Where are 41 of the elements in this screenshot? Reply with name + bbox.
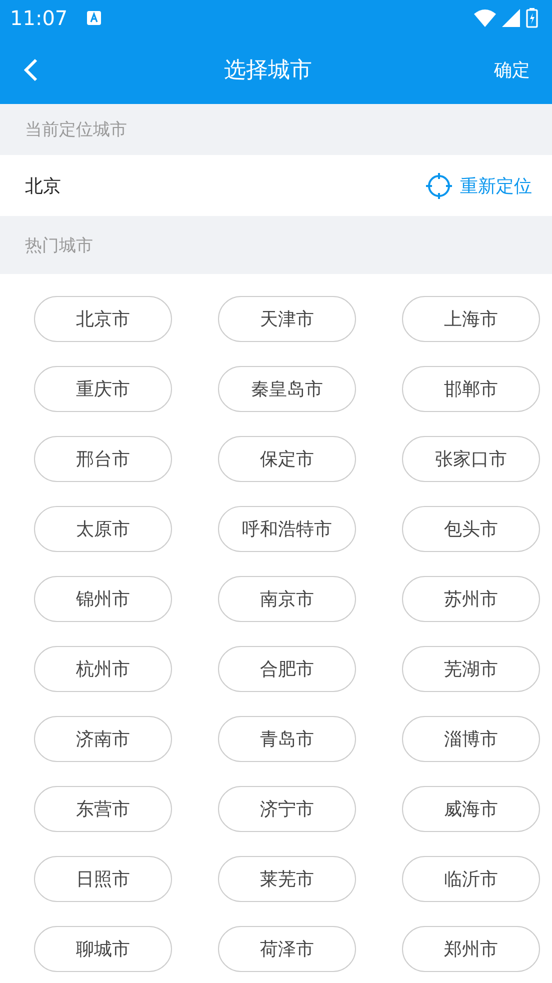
wifi-icon [474, 9, 496, 27]
city-button[interactable]: 秦皇岛市 [218, 366, 356, 412]
city-button[interactable]: 青岛市 [218, 716, 356, 762]
city-button[interactable]: 临沂市 [402, 856, 540, 902]
signal-icon [502, 9, 520, 27]
city-button[interactable]: 郑州市 [402, 926, 540, 972]
city-button[interactable]: 淄博市 [402, 716, 540, 762]
back-icon [24, 58, 38, 82]
city-button[interactable]: 日照市 [34, 856, 172, 902]
city-button[interactable]: 重庆市 [34, 366, 172, 412]
city-button[interactable]: 聊城市 [34, 926, 172, 972]
notification-icon [86, 10, 102, 26]
city-button[interactable]: 济南市 [34, 716, 172, 762]
battery-icon [526, 8, 538, 28]
city-button[interactable]: 天津市 [218, 296, 356, 342]
city-button[interactable]: 南京市 [218, 576, 356, 622]
city-button[interactable]: 苏州市 [402, 576, 540, 622]
city-button[interactable]: 威海市 [402, 786, 540, 832]
section-title: 当前定位城市 [25, 119, 127, 141]
city-button[interactable]: 芜湖市 [402, 646, 540, 692]
city-button[interactable]: 张家口市 [402, 436, 540, 482]
locate-icon [426, 172, 452, 198]
section-title: 热门城市 [25, 234, 93, 256]
city-button[interactable]: 包头市 [402, 506, 540, 552]
page-title: 选择城市 [224, 57, 312, 85]
city-button[interactable]: 莱芜市 [218, 856, 356, 902]
city-button[interactable]: 邯郸市 [402, 366, 540, 412]
city-button[interactable]: 保定市 [218, 436, 356, 482]
city-button[interactable]: 北京市 [34, 296, 172, 342]
status-time: 11:07 [10, 6, 68, 30]
city-button[interactable]: 太原市 [34, 506, 172, 552]
city-button[interactable]: 荷泽市 [218, 926, 356, 972]
city-button[interactable]: 锦州市 [34, 576, 172, 622]
city-button[interactable]: 济宁市 [218, 786, 356, 832]
city-button[interactable]: 东营市 [34, 786, 172, 832]
city-button[interactable]: 杭州市 [34, 646, 172, 692]
current-city: 北京 [25, 174, 61, 198]
city-button[interactable]: 邢台市 [34, 436, 172, 482]
city-button[interactable]: 上海市 [402, 296, 540, 342]
city-button[interactable]: 合肥市 [218, 646, 356, 692]
city-button[interactable]: 呼和浩特市 [218, 506, 356, 552]
